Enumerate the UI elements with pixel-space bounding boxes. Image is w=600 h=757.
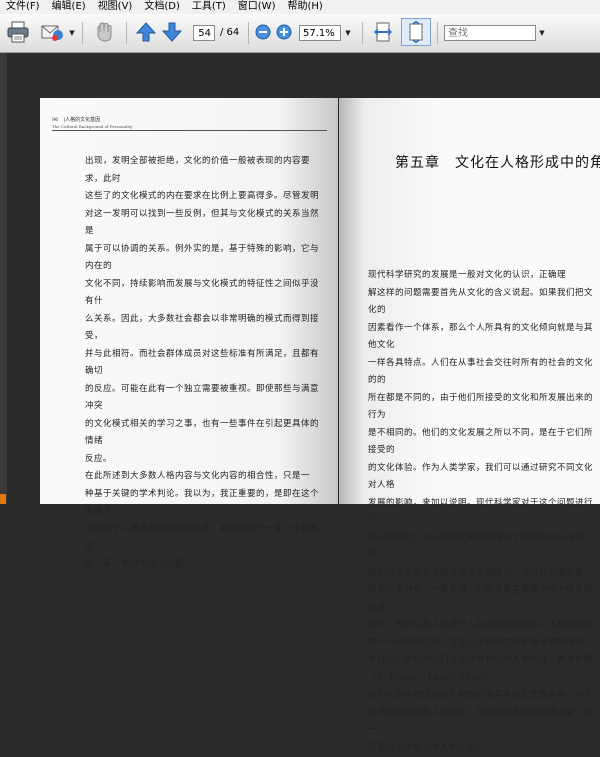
menu-help[interactable]: 帮助(H) (281, 0, 328, 14)
menu-edit[interactable]: 编辑(E) (46, 0, 92, 14)
chapter-title: 第五章 文化在人格形成中的角色 (395, 155, 600, 171)
left-page-body: 出现，发明全部被拒绝，文化的价值一般被表现的内容要求，此时 这些了的文化模式的内… (85, 156, 320, 569)
right-page-body: 现代科学研究的发展是一般对文化的认识，正确理 解这样的问题需要首先从文化的含义说… (368, 270, 594, 753)
prev-page-icon (136, 22, 156, 42)
page-number-input[interactable]: 54 (193, 25, 215, 41)
toolbar: ▼ 54 / 64 57.1% ▼ 查找 ▼ (0, 14, 600, 53)
toolbar-separator (362, 22, 363, 44)
left-page-header-subtitle: The Cultural Background of Personality (52, 124, 133, 129)
menu-bar: 文件(F) 编辑(E) 视图(V) 文档(D) 工具(T) 窗口(W) 帮助(H… (0, 0, 600, 14)
fit-page-button[interactable] (401, 18, 431, 46)
search-dropdown[interactable]: ▼ (536, 25, 548, 41)
toolbar-separator (437, 22, 438, 44)
navigation-panel[interactable] (0, 53, 7, 504)
next-page-icon (162, 22, 182, 42)
print-button[interactable] (4, 18, 32, 46)
toolbar-separator (248, 22, 249, 44)
fit-width-button[interactable] (370, 18, 396, 46)
menu-view[interactable]: 视图(V) (92, 0, 139, 14)
zoom-dropdown[interactable]: ▼ (342, 25, 354, 41)
left-page-number: 96 (52, 117, 59, 123)
toolbar-separator (82, 22, 83, 44)
hand-tool-icon (97, 22, 112, 42)
toolbar-separator (126, 22, 127, 44)
zoom-in-icon (276, 24, 292, 40)
print-icon (7, 21, 29, 43)
menu-file[interactable]: 文件(F) (0, 0, 46, 14)
fit-width-icon (374, 22, 392, 42)
email-button[interactable] (38, 18, 66, 46)
menu-tools[interactable]: 工具(T) (186, 0, 232, 14)
left-page-header-title: 人格的文化基因 (65, 117, 101, 123)
zoom-in-button[interactable] (274, 18, 294, 46)
fit-page-icon (409, 21, 423, 43)
header-rule (52, 130, 327, 131)
menu-window[interactable]: 窗口(W) (232, 0, 282, 14)
zoom-out-button[interactable] (253, 18, 273, 46)
zoom-out-icon (255, 24, 271, 40)
nav-panel-tab[interactable] (0, 494, 6, 504)
zoom-level-input[interactable]: 57.1% (299, 25, 341, 41)
page-total: / 64 (220, 27, 240, 38)
hand-tool-button[interactable] (90, 18, 118, 46)
prev-page-button[interactable] (134, 18, 158, 46)
menu-document[interactable]: 文档(D) (138, 0, 186, 14)
left-page-header: 96 |人格的文化基因 (52, 117, 101, 123)
email-icon (41, 25, 63, 41)
search-input[interactable]: 查找 (444, 25, 536, 41)
next-page-button[interactable] (160, 18, 184, 46)
email-dropdown[interactable]: ▼ (66, 25, 78, 41)
